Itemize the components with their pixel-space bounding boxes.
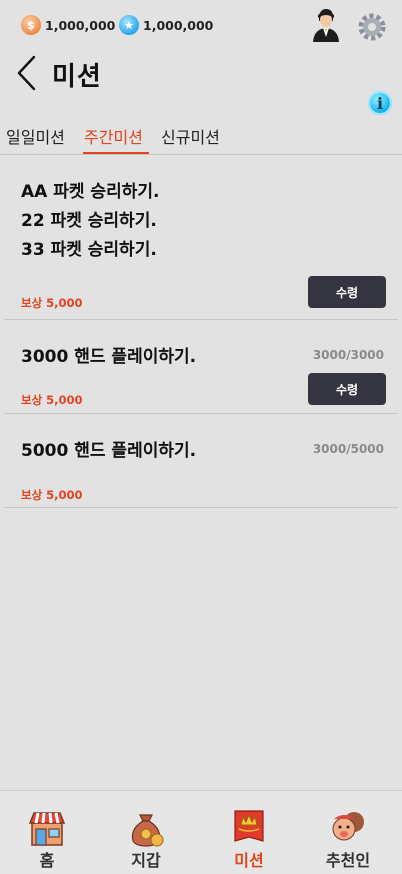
nav-item-referral[interactable]: 추천인	[298, 791, 398, 874]
mission-progress: 3000/5000	[312, 442, 384, 456]
nav-label-mission: 미션	[234, 851, 264, 870]
gold-amount: 1,000,000	[45, 17, 116, 33]
back-button[interactable]	[14, 54, 40, 92]
bottom-nav: 홈 지갑 미션 추천인	[0, 790, 402, 874]
mission-title-line: 33 파켓 승리하기.	[21, 240, 157, 260]
mission-divider	[4, 507, 398, 508]
chevron-left-icon	[17, 55, 36, 91]
mission-item: AA 파켓 승리하기. 22 파켓 승리하기. 33 파켓 승리하기. 수령 보…	[4, 155, 398, 320]
page-title: 미션	[52, 62, 102, 92]
profile-avatar-button[interactable]	[310, 8, 342, 42]
mission-tabs: 일일미션 주간미션 신규미션	[0, 120, 402, 156]
mission-reward: 보상 5,000	[21, 296, 83, 310]
mission-title-line: AA 파켓 승리하기.	[21, 182, 160, 202]
mission-title-line: 5000 핸드 플레이하기.	[21, 441, 197, 461]
tab-daily[interactable]: 일일미션	[6, 124, 65, 148]
nav-label-wallet: 지갑	[131, 851, 161, 870]
shop-icon	[28, 812, 66, 846]
tab-weekly[interactable]: 주간미션	[84, 124, 143, 148]
mission-progress: 3000/3000	[312, 348, 384, 362]
page-header: 미션	[0, 52, 402, 96]
blue-star-coin-icon: ★	[119, 15, 139, 35]
mission-title-line: 22 파켓 승리하기.	[21, 211, 157, 231]
friends-icon	[332, 812, 364, 841]
gold-balance: $ 1,000,000	[21, 15, 115, 35]
gold-coin-icon: $	[21, 15, 41, 35]
mission-title-line: 3000 핸드 플레이하기.	[21, 347, 197, 367]
mission-reward: 보상 5,000	[21, 488, 83, 502]
info-icon[interactable]: i	[368, 91, 392, 115]
top-bar: $ 1,000,000 ★ 1,000,000	[0, 0, 402, 50]
nav-label-referral: 추천인	[325, 851, 371, 870]
money-bag-icon	[131, 814, 164, 847]
blue-amount: 1,000,000	[143, 17, 214, 33]
nav-item-wallet[interactable]: 지갑	[96, 791, 196, 874]
crown-banner-icon	[234, 810, 264, 842]
nav-label-home: 홈	[39, 851, 55, 870]
nav-item-mission[interactable]: 미션	[199, 791, 299, 874]
mission-item: 5000 핸드 플레이하기. 3000/5000 보상 5,000	[4, 414, 398, 509]
dealer-avatar-icon	[313, 9, 339, 42]
nav-item-home[interactable]: 홈	[0, 791, 97, 874]
claim-button[interactable]: 수령	[308, 276, 386, 308]
settings-button[interactable]	[357, 12, 387, 42]
gear-icon	[358, 13, 386, 41]
claim-button[interactable]: 수령	[308, 373, 386, 405]
mission-reward: 보상 5,000	[21, 393, 83, 407]
blue-balance: ★ 1,000,000	[119, 15, 213, 35]
tab-new[interactable]: 신규미션	[161, 124, 220, 148]
mission-item: 3000 핸드 플레이하기. 3000/3000 수령 보상 5,000	[4, 320, 398, 414]
